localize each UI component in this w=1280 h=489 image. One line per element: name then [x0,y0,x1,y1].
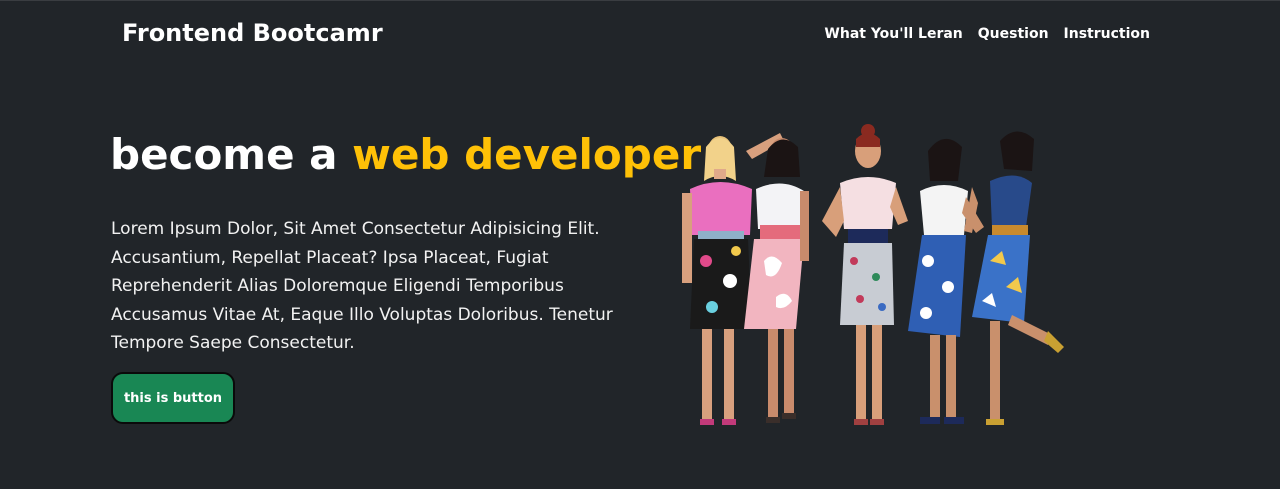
brand-logo-link[interactable]: Frontend Bootcamr [122,19,383,47]
page: Frontend Bootcamr What You'll Leran Ques… [0,0,1280,489]
nav-link-what-youll-learn[interactable]: What You'll Leran [824,26,962,42]
nav-link-question[interactable]: Question [978,26,1049,42]
figure-4 [908,138,984,424]
hero-title-accent: web developer [352,130,702,179]
hero-title-prefix: become a [110,130,353,179]
hero-illustration [682,124,1064,425]
nav-link-instruction[interactable]: Instruction [1064,26,1150,42]
hero-paragraph: Lorem Ipsum Dolor, Sit Amet Consectetur … [111,219,613,353]
cta-button[interactable]: this is button [111,372,235,424]
figure-2 [744,138,809,423]
hero-title: become a web developer [110,127,701,183]
nav-links: What You'll Leran Question Instruction [824,26,1150,42]
figure-3 [822,124,908,425]
navbar: Frontend Bootcamr What You'll Leran Ques… [0,1,1280,69]
figure-5 [964,131,1064,425]
